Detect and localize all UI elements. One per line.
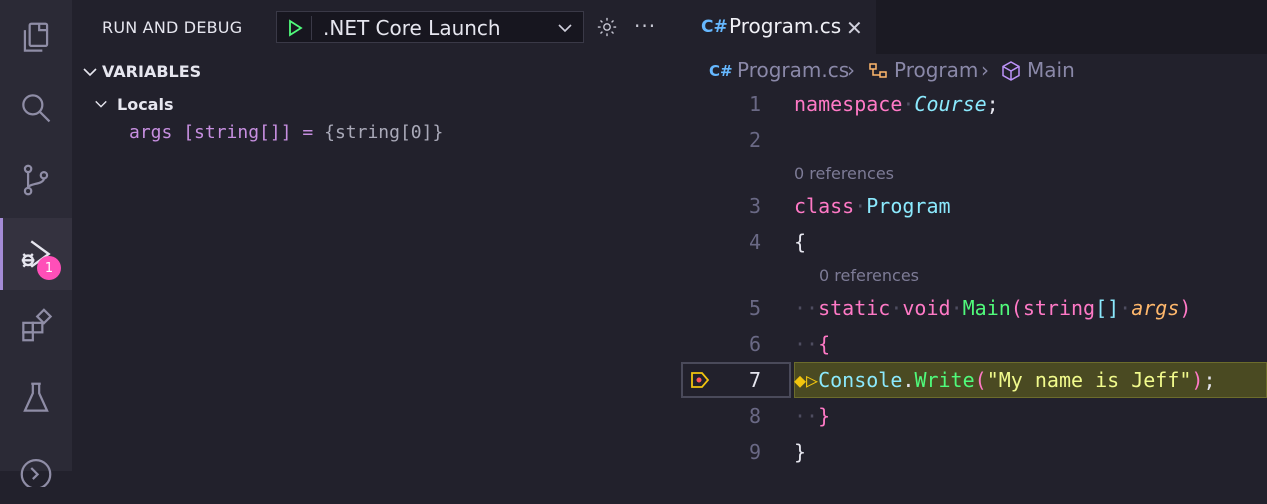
line-number: 5 [748, 296, 761, 320]
chevron-right-icon: › [847, 58, 855, 82]
debug-badge: 1 [37, 256, 61, 280]
variable-value: {string[0]} [324, 122, 444, 143]
line-number: 1 [748, 92, 761, 116]
launch-separator [311, 16, 312, 40]
tab-bar: C# Program.cs ✕ [681, 0, 1267, 54]
start-debugging-icon[interactable] [285, 18, 305, 38]
breadcrumb: C# Program.cs › Program › Main [681, 56, 1267, 86]
editor: C# Program.cs ✕ C# Program.cs › Program … [681, 0, 1267, 471]
line-number: 2 [748, 128, 761, 152]
gear-icon[interactable] [596, 16, 618, 38]
line-number: 7 [748, 368, 761, 392]
breadcrumb-class[interactable]: Program [894, 58, 978, 82]
activity-bar: 1 [0, 0, 72, 487]
panel-title: RUN AND DEBUG [102, 18, 243, 37]
panel-header: RUN AND DEBUG .NET Core Launch ··· [72, 0, 680, 56]
chevron-down-icon [95, 100, 107, 108]
run-and-debug-panel: RUN AND DEBUG .NET Core Launch ··· VARIA… [72, 0, 680, 471]
locals-label: Locals [117, 95, 174, 114]
variables-label: VARIABLES [102, 62, 202, 81]
code-line-9[interactable]: } [794, 440, 806, 464]
line-number: 4 [748, 230, 761, 254]
extensions-icon[interactable] [0, 290, 72, 362]
inline-breakpoint-icon[interactable]: ▷ [806, 368, 818, 392]
variable-name: args [129, 122, 173, 143]
class-icon [869, 63, 887, 78]
line-number: 6 [748, 332, 761, 356]
variable-type: [string[]] [183, 122, 292, 143]
code-line-6[interactable]: ··{ [794, 332, 830, 356]
testing-icon[interactable] [0, 362, 72, 434]
more-actions-button[interactable]: ··· [634, 14, 656, 38]
csharp-file-icon: C# [701, 17, 728, 37]
code-line-7[interactable]: ◆▷Console.Write("My name is Jeff"); [794, 368, 1216, 392]
codelens-references[interactable]: 0 references [819, 266, 919, 285]
chevron-down-icon [558, 24, 572, 33]
launch-config-label: .NET Core Launch [323, 16, 501, 40]
variable-eq: = [302, 122, 314, 143]
code-line-3[interactable]: class·Program [794, 194, 951, 218]
launch-config-select[interactable]: .NET Core Launch [276, 11, 584, 43]
codelens-references[interactable]: 0 references [794, 164, 894, 183]
breadcrumb-file[interactable]: Program.cs [737, 58, 849, 82]
debug-stack-frame-icon[interactable] [689, 370, 711, 390]
close-icon[interactable]: ✕ [846, 16, 863, 40]
remote-icon[interactable] [0, 432, 72, 504]
line-number: 9 [748, 440, 761, 464]
method-icon [1002, 61, 1020, 81]
variable-row[interactable]: args [string[]] = {string[0]} [129, 122, 443, 143]
breadcrumb-method[interactable]: Main [1027, 58, 1075, 82]
chevron-down-icon [83, 68, 97, 77]
explorer-icon[interactable] [0, 2, 72, 74]
source-control-icon[interactable] [0, 144, 72, 216]
line-number: 3 [748, 194, 761, 218]
line-number: 8 [748, 404, 761, 428]
variables-section-header[interactable]: VARIABLES [72, 56, 680, 86]
code-line-5[interactable]: ··static·void·Main(string[]·args) [794, 296, 1191, 320]
code-line-4[interactable]: { [794, 230, 806, 254]
code-line-8[interactable]: ··} [794, 404, 830, 428]
tab-label: Program.cs [729, 14, 842, 38]
chevron-right-icon: › [981, 58, 989, 82]
csharp-file-icon: C# [709, 62, 733, 80]
lightbulb-icon[interactable]: ◆ [794, 368, 806, 392]
code-line-1[interactable]: namespace·Course; [794, 92, 999, 116]
run-and-debug-icon[interactable]: 1 [0, 218, 72, 290]
tab-program-cs[interactable]: C# Program.cs ✕ [681, 0, 876, 54]
locals-scope[interactable]: Locals [72, 90, 680, 118]
search-icon[interactable] [0, 72, 72, 144]
